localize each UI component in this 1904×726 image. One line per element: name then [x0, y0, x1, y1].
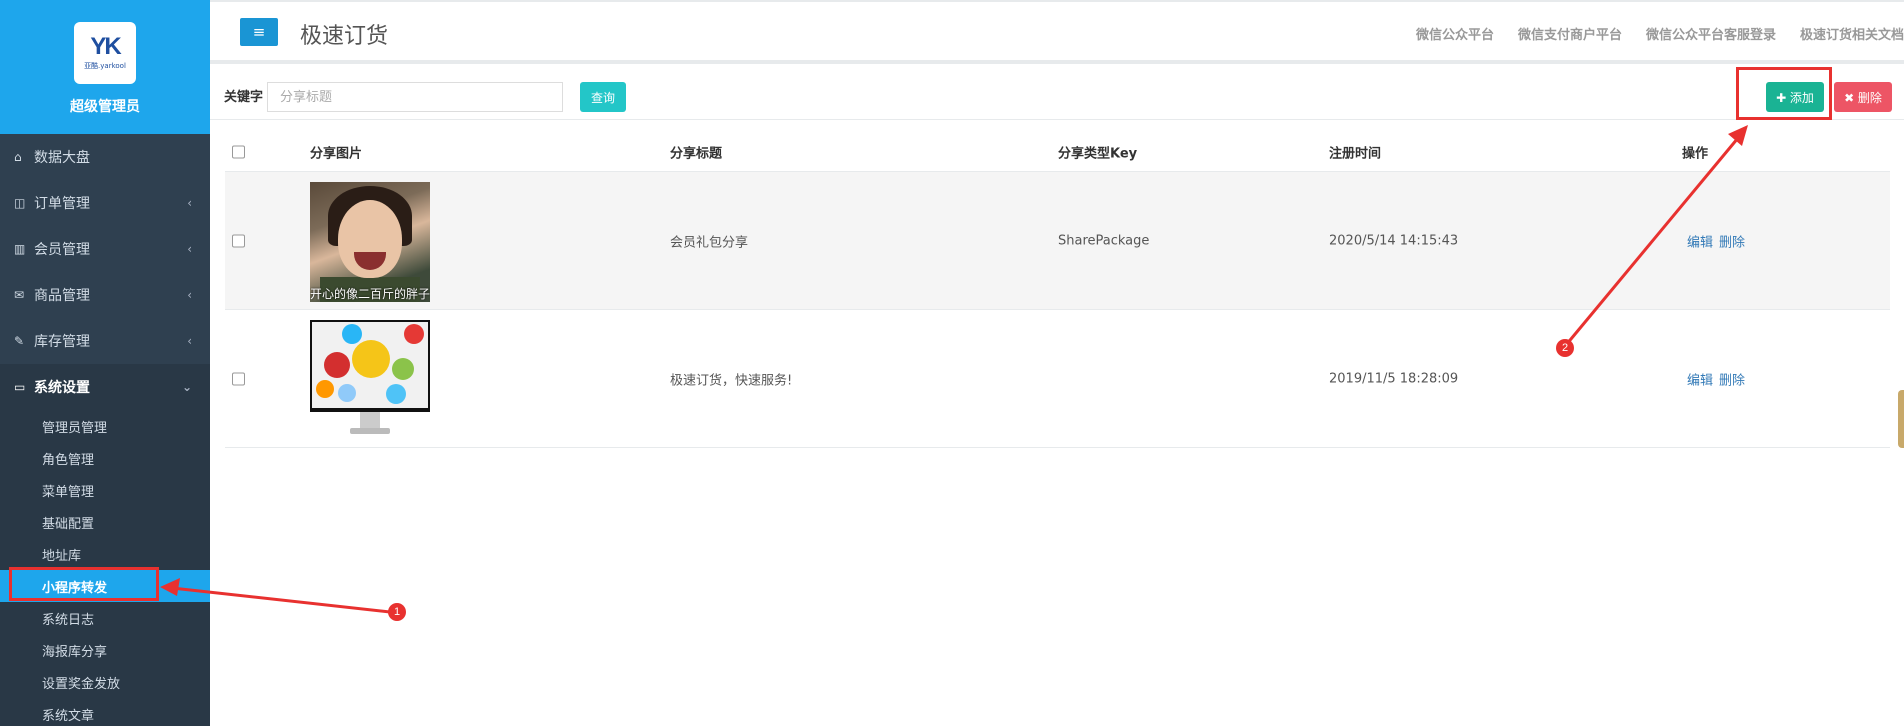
home-icon: ⌂ — [14, 150, 22, 164]
row-title: 极速订货，快速服务! — [670, 373, 793, 388]
keyword-input[interactable] — [267, 82, 563, 112]
icon-circle — [316, 380, 334, 398]
subnav-item-articles[interactable]: 系统文章 — [0, 698, 210, 726]
sidebar-item-dashboard[interactable]: ⌂ 数据大盘 — [0, 134, 210, 180]
image-screen — [312, 322, 428, 408]
subnav-item-address[interactable]: 地址库 — [0, 538, 210, 570]
row-actions: 编辑 删除 — [1687, 369, 1751, 388]
top-bar: ≡ 极速订货 微信公众平台 微信支付商户平台 微信公众平台客服登录 极速订货相关… — [210, 0, 1904, 64]
icon-circle — [338, 384, 356, 402]
menu-toggle-button[interactable]: ≡ — [240, 18, 278, 46]
delete-link[interactable]: 删除 — [1719, 373, 1745, 388]
row-time: 2020/5/14 14:15:43 — [1329, 233, 1459, 248]
annotation-badge-1: 1 — [388, 603, 406, 621]
delete-button[interactable]: ✖ 删除 — [1834, 82, 1892, 112]
app: YK 亚酷.yarkool 超级管理员 ⌂ 数据大盘 ◫ 订单管理 ‹ ▥ 会员… — [0, 0, 1904, 726]
sidebar: YK 亚酷.yarkool 超级管理员 ⌂ 数据大盘 ◫ 订单管理 ‹ ▥ 会员… — [0, 0, 210, 726]
share-image — [310, 320, 430, 440]
share-table: 分享图片 分享标题 分享类型Key 注册时间 操作 开心的像二百斤的胖子 会员礼… — [225, 132, 1890, 448]
hamburger-icon: ≡ — [252, 23, 266, 41]
logo-mark: YK — [90, 33, 121, 60]
sidebar-item-label: 商品管理 — [34, 288, 90, 304]
icon-circle — [342, 324, 362, 344]
link-docs[interactable]: 极速订货相关文档 — [1800, 24, 1904, 43]
table-row: 极速订货，快速服务! 2019/11/5 18:28:09 编辑 删除 — [225, 310, 1890, 448]
dollar-circle — [324, 352, 350, 378]
subnav-item-bonus[interactable]: 设置奖金发放 — [0, 666, 210, 698]
sidebar-item-orders[interactable]: ◫ 订单管理 ‹ — [0, 180, 210, 226]
sidebar-item-members[interactable]: ▥ 会员管理 ‹ — [0, 226, 210, 272]
table-header: 分享图片 分享标题 分享类型Key 注册时间 操作 — [225, 132, 1890, 172]
desktop-icon: ▭ — [14, 380, 26, 394]
subnav-item-admin[interactable]: 管理员管理 — [0, 410, 210, 442]
link-wechat-platform[interactable]: 微信公众平台 — [1416, 24, 1494, 43]
sidebar-item-label: 数据大盘 — [34, 150, 90, 166]
envelope-icon: ✉ — [14, 288, 25, 302]
query-button[interactable]: 查询 — [580, 82, 626, 112]
subnav-item-basic-config[interactable]: 基础配置 — [0, 506, 210, 538]
row-time: 2019/11/5 18:28:09 — [1329, 371, 1459, 386]
row-checkbox[interactable] — [232, 234, 245, 247]
columns-icon: ◫ — [14, 196, 26, 210]
bar-chart-icon: ▥ — [14, 242, 26, 256]
select-all-checkbox[interactable] — [232, 145, 245, 158]
chevron-left-icon: ‹ — [187, 242, 192, 256]
keyword-label: 关键字 — [224, 90, 264, 105]
highlight-box-add — [1736, 67, 1832, 120]
top-links: 微信公众平台 微信支付商户平台 微信公众平台客服登录 极速订货相关文档 — [1416, 24, 1904, 43]
annotation-badge-2: 2 — [1556, 339, 1574, 357]
edit-link[interactable]: 编辑 — [1687, 235, 1713, 250]
edit-link[interactable]: 编辑 — [1687, 373, 1713, 388]
highlight-box-sidebar — [9, 567, 159, 601]
row-actions: 编辑 删除 — [1687, 231, 1751, 250]
header-image: 分享图片 — [310, 146, 363, 161]
row-type-key: SharePackage — [1058, 233, 1150, 248]
side-scroll-tab[interactable] — [1898, 390, 1904, 448]
header-title: 分享标题 — [670, 146, 723, 161]
chevron-left-icon: ‹ — [187, 196, 192, 210]
image-caption: 开心的像二百斤的胖子 — [310, 287, 430, 301]
header-actions: 操作 — [1682, 146, 1709, 161]
sidebar-item-inventory[interactable]: ✎ 库存管理 ‹ — [0, 318, 210, 364]
table-row: 开心的像二百斤的胖子 会员礼包分享 SharePackage 2020/5/14… — [225, 172, 1890, 310]
row-checkbox[interactable] — [232, 372, 245, 385]
search-bar: 关键字 查询 ✚ 添加 ✖ 删除 — [210, 64, 1904, 120]
cart-circle — [352, 340, 390, 378]
delete-link[interactable]: 删除 — [1719, 235, 1745, 250]
icon-circle — [386, 384, 406, 404]
image-monitor — [310, 320, 430, 412]
sidebar-item-label: 库存管理 — [34, 334, 90, 350]
sidebar-item-system-settings[interactable]: ▭ 系统设置 ⌄ — [0, 364, 210, 410]
chevron-left-icon: ‹ — [187, 288, 192, 302]
edit-icon: ✎ — [14, 334, 25, 348]
sidebar-item-label: 系统设置 — [34, 380, 90, 396]
sidebar-item-label: 订单管理 — [34, 196, 90, 212]
header-time: 注册时间 — [1329, 146, 1382, 161]
sidebar-item-products[interactable]: ✉ 商品管理 ‹ — [0, 272, 210, 318]
share-image: 开心的像二百斤的胖子 — [310, 182, 430, 302]
subnav-item-menus[interactable]: 菜单管理 — [0, 474, 210, 506]
row-title: 会员礼包分享 — [670, 235, 749, 250]
sidebar-item-label: 会员管理 — [34, 242, 90, 258]
logo-subtext: 亚酷.yarkool — [84, 62, 126, 70]
profile-header: YK 亚酷.yarkool 超级管理员 — [0, 0, 210, 134]
logo: YK 亚酷.yarkool — [74, 22, 136, 84]
link-wechat-pay[interactable]: 微信支付商户平台 — [1518, 24, 1622, 43]
user-role[interactable]: 超级管理员 — [70, 96, 140, 116]
link-wechat-support[interactable]: 微信公众平台客服登录 — [1646, 24, 1776, 43]
subnav-item-system-log[interactable]: 系统日志 — [0, 602, 210, 634]
icon-circle — [404, 324, 424, 344]
bag-circle — [392, 358, 414, 380]
subnav-item-poster-share[interactable]: 海报库分享 — [0, 634, 210, 666]
subnav-item-roles[interactable]: 角色管理 — [0, 442, 210, 474]
chevron-left-icon: ‹ — [187, 334, 192, 348]
header-type-key: 分享类型Key — [1058, 146, 1138, 161]
image-base — [350, 428, 390, 434]
chevron-down-icon: ⌄ — [181, 380, 192, 394]
page-title: 极速订货 — [300, 24, 389, 49]
